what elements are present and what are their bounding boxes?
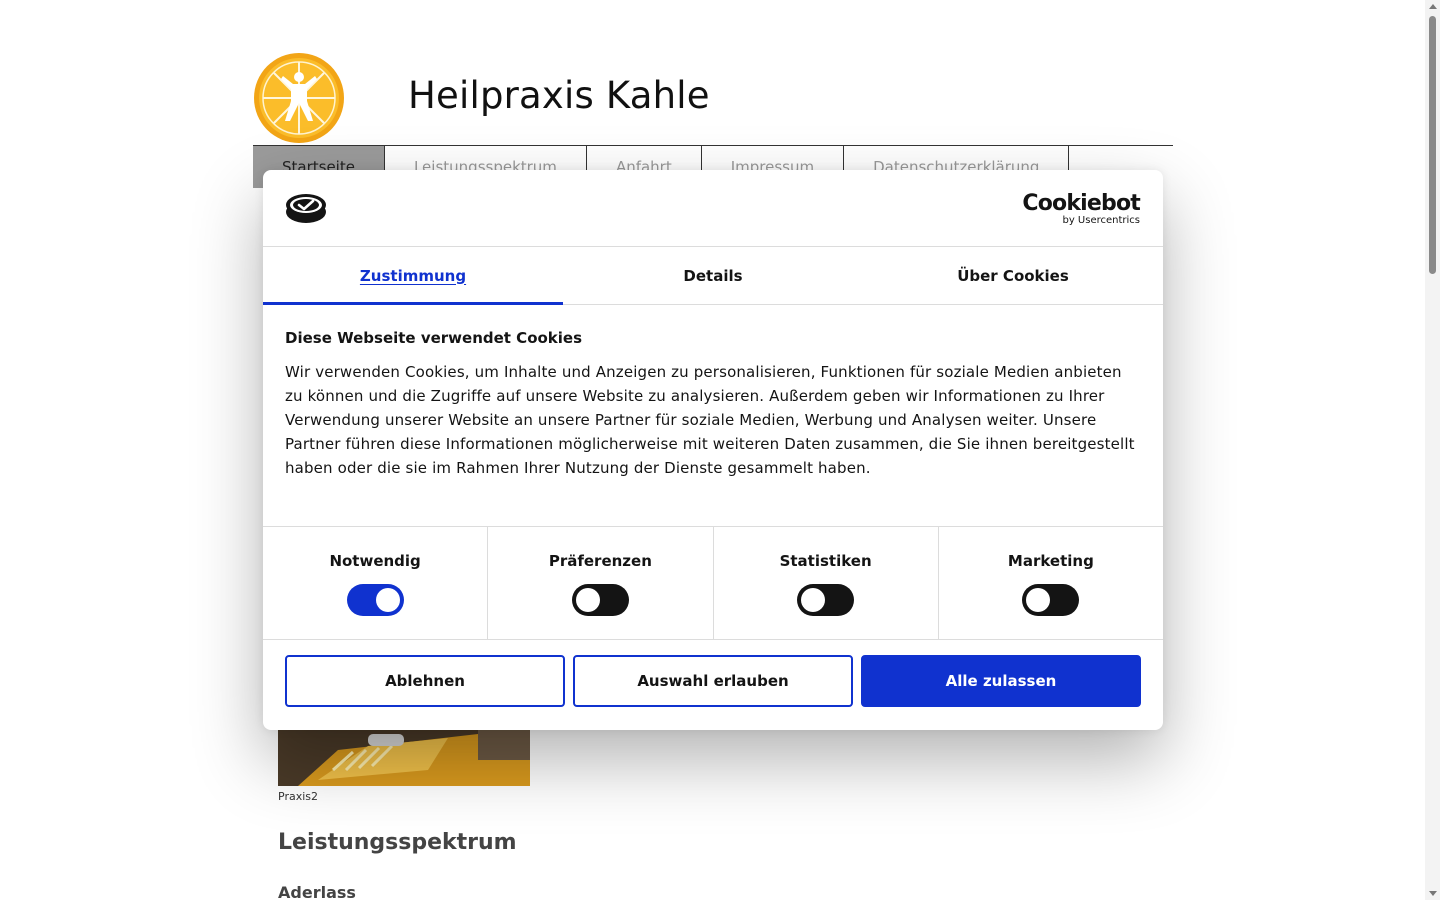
toggle-knob xyxy=(375,588,400,612)
tab-zustimmung[interactable]: Zustimmung xyxy=(263,247,563,305)
toggle-praeferenzen[interactable] xyxy=(571,584,629,616)
site-title: Heilpraxis Kahle xyxy=(408,74,710,117)
toggle-statistiken[interactable] xyxy=(797,584,855,616)
dialog-tabs: Zustimmung Details Über Cookies xyxy=(263,247,1163,305)
toggle-notwendig[interactable] xyxy=(346,584,404,616)
scroll-thumb[interactable] xyxy=(1429,16,1436,274)
consent-categories: Notwendig Präferenzen Statistiken Market… xyxy=(263,526,1163,640)
category-praeferenzen: Präferenzen xyxy=(488,527,714,639)
category-marketing: Marketing xyxy=(939,527,1163,639)
page-scrollbar[interactable] xyxy=(1425,0,1440,900)
section-title: Leistungsspektrum xyxy=(278,830,517,855)
toggle-marketing[interactable] xyxy=(1022,584,1080,616)
category-label: Marketing xyxy=(1007,552,1094,570)
dialog-heading: Diese Webseite verwendet Cookies xyxy=(285,329,583,347)
cookiebot-brand[interactable]: Cookiebot by Usercentrics xyxy=(1022,191,1140,227)
cookiebot-brand-sub: by Usercentrics xyxy=(1062,215,1140,226)
cookie-consent-dialog: Cookiebot by Usercentrics Zustimmung Det… xyxy=(263,170,1163,730)
toggle-knob xyxy=(1026,588,1051,612)
cookiebot-logo-icon xyxy=(285,192,327,224)
toggle-knob xyxy=(575,588,600,612)
dialog-header: Cookiebot by Usercentrics xyxy=(263,170,1163,247)
tab-ueber-cookies[interactable]: Über Cookies xyxy=(863,247,1163,304)
category-label: Statistiken xyxy=(779,552,872,570)
dialog-actions: Ablehnen Auswahl erlauben Alle zulassen xyxy=(285,655,1141,707)
category-notwendig: Notwendig xyxy=(263,527,489,639)
cookiebot-brand-name: Cookiebot xyxy=(1022,191,1140,216)
category-label: Präferenzen xyxy=(548,552,652,570)
dialog-text: Wir verwenden Cookies, um Inhalte und An… xyxy=(285,363,1135,477)
scroll-down-arrow-icon[interactable] xyxy=(1429,891,1437,896)
tab-details[interactable]: Details xyxy=(563,247,863,304)
category-statistiken: Statistiken xyxy=(714,527,939,639)
subsection-title: Aderlass xyxy=(278,883,356,900)
decline-button[interactable]: Ablehnen xyxy=(285,655,565,707)
allow-all-button[interactable]: Alle zulassen xyxy=(861,655,1141,707)
scroll-up-arrow-icon[interactable] xyxy=(1429,4,1437,9)
site-logo[interactable] xyxy=(253,52,345,144)
dialog-body: Diese Webseite verwendet Cookies Wir ver… xyxy=(285,328,1141,480)
toggle-knob xyxy=(801,588,826,612)
praxis-photo xyxy=(278,730,530,786)
image-caption: Praxis2 xyxy=(278,790,318,803)
allow-selection-button[interactable]: Auswahl erlauben xyxy=(573,655,853,707)
category-label: Notwendig xyxy=(329,552,421,570)
